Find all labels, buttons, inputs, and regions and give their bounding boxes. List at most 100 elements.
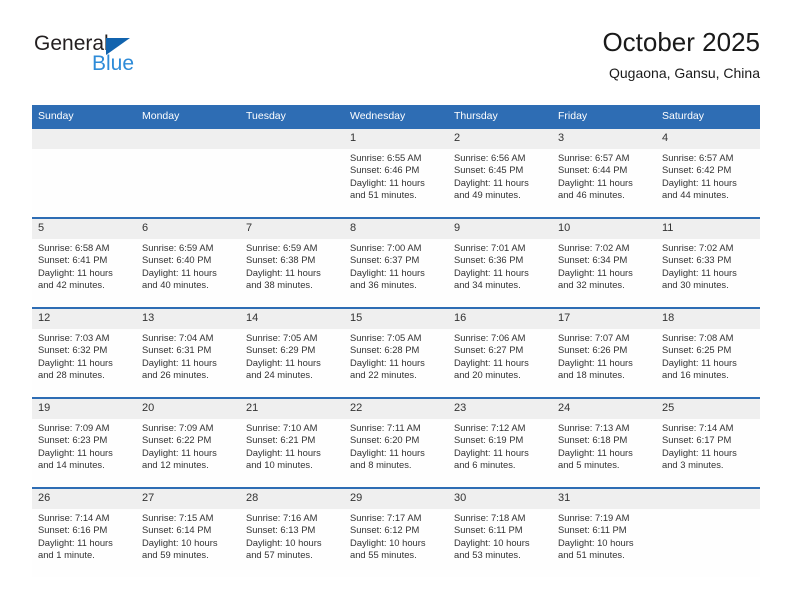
- sunrise-text: Sunrise: 6:58 AM: [38, 242, 110, 253]
- calendar-day-cell[interactable]: 9 Sunrise: 7:01 AM Sunset: 6:36 PM Daylight…: [448, 217, 552, 308]
- day-cell-inner: 3 Sunrise: 6:57 AM Sunset: 6:44 PM Daylight…: [552, 129, 656, 217]
- day-cell-inner: 25 Sunrise: 7:14 AM Sunset: 6:17 PM Dayligh…: [656, 399, 760, 487]
- day-sun-info: Sunrise: 6:59 AM Sunset: 6:40 PM Daylight:…: [136, 239, 240, 292]
- general-blue-logo[interactable]: General Blue: [32, 32, 272, 92]
- day-number: 8: [344, 219, 448, 239]
- calendar-day-cell[interactable]: 8 Sunrise: 7:00 AM Sunset: 6:37 PM Daylight…: [344, 217, 448, 308]
- day-sun-info: Sunrise: 7:03 AM Sunset: 6:32 PM Daylight:…: [32, 329, 136, 382]
- calendar-day-cell[interactable]: 26 Sunrise: 7:14 AM Sunset: 6:16 PM Dayligh…: [32, 487, 136, 577]
- daylight-text-line1: Daylight: 11 hours: [558, 356, 633, 368]
- day-sun-info: Sunrise: 7:11 AM Sunset: 6:20 PM Daylight:…: [344, 419, 448, 472]
- day-cell-inner: 24 Sunrise: 7:13 AM Sunset: 6:18 PM Dayligh…: [552, 399, 656, 487]
- calendar-day-cell[interactable]: 11 Sunrise: 7:02 AM Sunset: 6:33 PM Dayligh…: [656, 217, 760, 308]
- sunrise-text: Sunrise: 7:08 AM: [662, 332, 734, 343]
- daylight-text-line2: and 38 minutes.: [246, 279, 313, 291]
- sunrise-text: Sunrise: 6:55 AM: [350, 152, 422, 163]
- calendar-day-cell[interactable]: 14 Sunrise: 7:05 AM Sunset: 6:29 PM Dayligh…: [240, 307, 344, 398]
- calendar-day-cell-empty: [240, 127, 344, 218]
- calendar-day-cell[interactable]: 1 Sunrise: 6:55 AM Sunset: 6:46 PM Daylight…: [344, 127, 448, 218]
- daylight-text-line2: and 16 minutes.: [662, 369, 729, 381]
- title-block: October 2025 Qugaona, Gansu, China: [602, 26, 760, 83]
- sunrise-text: Sunrise: 7:02 AM: [558, 242, 630, 253]
- calendar-week-row: 12 Sunrise: 7:03 AM Sunset: 6:32 PM Dayligh…: [32, 307, 760, 398]
- calendar-day-cell-empty: [32, 127, 136, 218]
- calendar-day-cell[interactable]: 24 Sunrise: 7:13 AM Sunset: 6:18 PM Dayligh…: [552, 397, 656, 488]
- daylight-text-line2: and 18 minutes.: [558, 369, 625, 381]
- sunset-text: Sunset: 6:16 PM: [38, 524, 108, 536]
- sunset-text: Sunset: 6:28 PM: [350, 344, 420, 356]
- day-sun-info: Sunrise: 7:08 AM Sunset: 6:25 PM Daylight:…: [656, 329, 760, 382]
- daylight-text-line1: Daylight: 11 hours: [142, 446, 217, 458]
- calendar-day-cell[interactable]: 12 Sunrise: 7:03 AM Sunset: 6:32 PM Dayligh…: [32, 307, 136, 398]
- day-cell-inner: 27 Sunrise: 7:15 AM Sunset: 6:14 PM Dayligh…: [136, 489, 240, 577]
- calendar-day-cell[interactable]: 25 Sunrise: 7:14 AM Sunset: 6:17 PM Dayligh…: [656, 397, 760, 488]
- daylight-text-line1: Daylight: 11 hours: [558, 176, 633, 188]
- weekday-header-saturday: Saturday: [656, 105, 760, 128]
- calendar-day-cell[interactable]: 20 Sunrise: 7:09 AM Sunset: 6:22 PM Dayligh…: [136, 397, 240, 488]
- day-cell-inner: [656, 489, 760, 577]
- sunset-text: Sunset: 6:12 PM: [350, 524, 420, 536]
- day-number: [136, 129, 240, 149]
- calendar-day-cell[interactable]: 31 Sunrise: 7:19 AM Sunset: 6:11 PM Dayligh…: [552, 487, 656, 577]
- day-sun-info: Sunrise: 7:05 AM Sunset: 6:29 PM Daylight:…: [240, 329, 344, 382]
- day-cell-inner: 19 Sunrise: 7:09 AM Sunset: 6:23 PM Dayligh…: [32, 399, 136, 487]
- calendar-day-cell[interactable]: 19 Sunrise: 7:09 AM Sunset: 6:23 PM Dayligh…: [32, 397, 136, 488]
- day-number: 28: [240, 489, 344, 509]
- sunrise-text: Sunrise: 7:11 AM: [350, 422, 421, 433]
- day-number: 17: [552, 309, 656, 329]
- calendar-day-cell[interactable]: 10 Sunrise: 7:02 AM Sunset: 6:34 PM Dayligh…: [552, 217, 656, 308]
- calendar-day-cell[interactable]: 22 Sunrise: 7:11 AM Sunset: 6:20 PM Dayligh…: [344, 397, 448, 488]
- sunrise-text: Sunrise: 6:56 AM: [454, 152, 526, 163]
- calendar-day-cell[interactable]: 15 Sunrise: 7:05 AM Sunset: 6:28 PM Dayligh…: [344, 307, 448, 398]
- sunset-text: Sunset: 6:40 PM: [142, 254, 212, 266]
- day-sun-info: Sunrise: 7:02 AM Sunset: 6:33 PM Daylight:…: [656, 239, 760, 292]
- weekday-header-friday: Friday: [552, 105, 656, 128]
- calendar-day-cell[interactable]: 28 Sunrise: 7:16 AM Sunset: 6:13 PM Dayligh…: [240, 487, 344, 577]
- sunset-text: Sunset: 6:26 PM: [558, 344, 628, 356]
- calendar-day-cell[interactable]: 13 Sunrise: 7:04 AM Sunset: 6:31 PM Dayligh…: [136, 307, 240, 398]
- sunset-text: Sunset: 6:11 PM: [454, 524, 523, 536]
- calendar-day-cell[interactable]: 7 Sunrise: 6:59 AM Sunset: 6:38 PM Daylight…: [240, 217, 344, 308]
- weekday-header-thursday: Thursday: [448, 105, 552, 128]
- day-sun-info: Sunrise: 7:17 AM Sunset: 6:12 PM Daylight:…: [344, 509, 448, 562]
- sunrise-text: Sunrise: 7:13 AM: [558, 422, 630, 433]
- daylight-text-line2: and 24 minutes.: [246, 369, 313, 381]
- sunrise-text: Sunrise: 7:14 AM: [662, 422, 734, 433]
- calendar-day-cell[interactable]: 5 Sunrise: 6:58 AM Sunset: 6:41 PM Daylight…: [32, 217, 136, 308]
- day-cell-inner: 29 Sunrise: 7:17 AM Sunset: 6:12 PM Dayligh…: [344, 489, 448, 577]
- daylight-text-line2: and 30 minutes.: [662, 279, 729, 291]
- calendar-day-cell[interactable]: 2 Sunrise: 6:56 AM Sunset: 6:45 PM Daylight…: [448, 127, 552, 218]
- calendar-day-cell[interactable]: 18 Sunrise: 7:08 AM Sunset: 6:25 PM Dayligh…: [656, 307, 760, 398]
- sunset-text: Sunset: 6:22 PM: [142, 434, 212, 446]
- sunrise-text: Sunrise: 7:14 AM: [38, 512, 110, 523]
- calendar-header-row: Sunday Monday Tuesday Wednesday Thursday…: [32, 105, 760, 128]
- day-cell-inner: 22 Sunrise: 7:11 AM Sunset: 6:20 PM Dayligh…: [344, 399, 448, 487]
- calendar-day-cell[interactable]: 23 Sunrise: 7:12 AM Sunset: 6:19 PM Dayligh…: [448, 397, 552, 488]
- daylight-text-line2: and 8 minutes.: [350, 459, 412, 471]
- calendar-day-cell[interactable]: 3 Sunrise: 6:57 AM Sunset: 6:44 PM Daylight…: [552, 127, 656, 218]
- day-number: 30: [448, 489, 552, 509]
- day-number: 15: [344, 309, 448, 329]
- weekday-header-sunday: Sunday: [32, 105, 136, 128]
- sunset-text: Sunset: 6:27 PM: [454, 344, 524, 356]
- calendar-day-cell[interactable]: 30 Sunrise: 7:18 AM Sunset: 6:11 PM Dayligh…: [448, 487, 552, 577]
- daylight-text-line1: Daylight: 11 hours: [558, 446, 633, 458]
- calendar-day-cell[interactable]: 16 Sunrise: 7:06 AM Sunset: 6:27 PM Dayligh…: [448, 307, 552, 398]
- day-sun-info: Sunrise: 7:18 AM Sunset: 6:11 PM Daylight:…: [448, 509, 552, 562]
- calendar-day-cell[interactable]: 27 Sunrise: 7:15 AM Sunset: 6:14 PM Dayligh…: [136, 487, 240, 577]
- calendar-day-cell[interactable]: 21 Sunrise: 7:10 AM Sunset: 6:21 PM Dayligh…: [240, 397, 344, 488]
- calendar-day-cell[interactable]: 6 Sunrise: 6:59 AM Sunset: 6:40 PM Daylight…: [136, 217, 240, 308]
- sunset-text: Sunset: 6:42 PM: [662, 164, 732, 176]
- day-cell-inner: 18 Sunrise: 7:08 AM Sunset: 6:25 PM Dayligh…: [656, 309, 760, 397]
- daylight-text-line2: and 5 minutes.: [558, 459, 620, 471]
- day-cell-inner: 17 Sunrise: 7:07 AM Sunset: 6:26 PM Dayligh…: [552, 309, 656, 397]
- calendar-day-cell[interactable]: 4 Sunrise: 6:57 AM Sunset: 6:42 PM Daylight…: [656, 127, 760, 218]
- daylight-text-line2: and 34 minutes.: [454, 279, 521, 291]
- daylight-text-line2: and 20 minutes.: [454, 369, 521, 381]
- calendar-day-cell[interactable]: 29 Sunrise: 7:17 AM Sunset: 6:12 PM Dayligh…: [344, 487, 448, 577]
- sunrise-text: Sunrise: 7:01 AM: [454, 242, 526, 253]
- day-sun-info: Sunrise: 7:07 AM Sunset: 6:26 PM Daylight:…: [552, 329, 656, 382]
- calendar-day-cell[interactable]: 17 Sunrise: 7:07 AM Sunset: 6:26 PM Dayligh…: [552, 307, 656, 398]
- day-number: 7: [240, 219, 344, 239]
- day-cell-inner: 2 Sunrise: 6:56 AM Sunset: 6:45 PM Daylight…: [448, 129, 552, 217]
